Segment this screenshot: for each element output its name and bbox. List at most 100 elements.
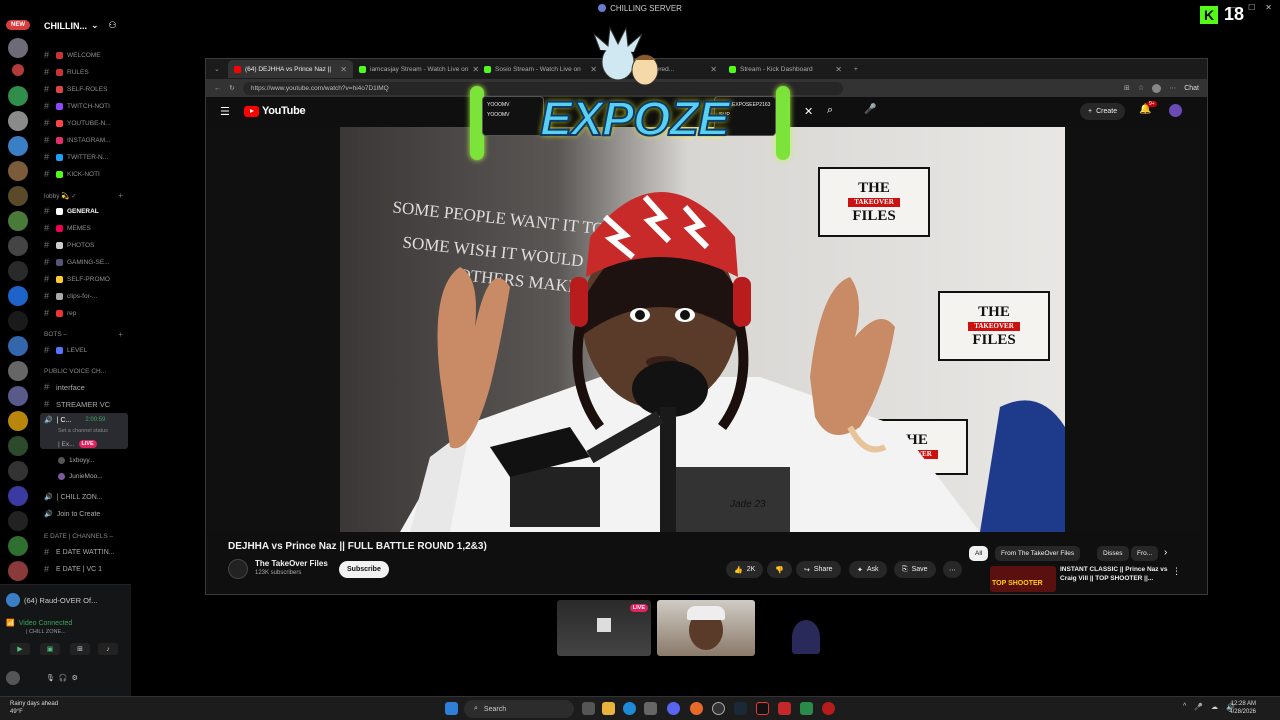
hamburger-menu-icon[interactable]: ☰ [220,105,230,118]
start-button-icon[interactable] [445,702,458,715]
tab-kick-1[interactable]: iamcasjay Stream - Watch Live on ✕ [353,60,478,78]
profile-avatar[interactable] [1152,83,1162,93]
chip-disses[interactable]: Disses [1097,546,1129,561]
network-icon[interactable]: ☁ [1211,703,1218,711]
tab-youtube[interactable]: (64) DEJHHA vs Prince Naz || ✕ [228,60,353,78]
taskbar-clock[interactable]: 12:28 AM 4/28/2026 [1229,701,1256,717]
video-player[interactable]: SOME PEOPLE WANT IT TO HA SOME WISH IT W… [206,127,1199,532]
recommended-title[interactable]: INSTANT CLASSIC || Prince Naz vs Craig V… [1060,566,1170,584]
clear-search-icon[interactable]: ✕ [804,105,813,118]
subscribe-button[interactable]: Subscribe [339,561,389,578]
camera-button[interactable]: ▶ [10,643,30,655]
close-button[interactable]: ✕ [1265,3,1272,12]
channel-rep[interactable]: # rep [44,308,76,318]
voice-channel-streamer-vc[interactable]: # STREAMER VC [44,399,110,409]
tab-list-button[interactable]: ⌄ [206,60,228,78]
task-view-icon[interactable] [582,702,595,715]
ask-button[interactable]: ✦ Ask [849,561,887,578]
server-icon-15[interactable] [8,386,28,406]
more-actions-button[interactable]: ⋯ [943,561,962,578]
server-icon-13[interactable] [8,336,28,356]
channel-general[interactable]: # GENERAL [44,206,99,216]
microphone-icon[interactable]: 🎤 [1194,703,1203,711]
menu-dots-icon[interactable]: ⋯ [1169,84,1176,92]
chip-from[interactable]: Fro... [1131,546,1159,561]
save-button[interactable]: ⎘ Save [894,561,936,578]
server-icon-7[interactable] [8,186,28,206]
app-icon[interactable] [800,702,813,715]
server-icon-1[interactable] [8,38,28,58]
tiktok-icon[interactable] [756,702,769,715]
edge-browser-icon[interactable] [623,702,636,715]
channel-avatar[interactable] [228,559,248,579]
server-icon-21[interactable] [8,536,28,556]
close-tab-icon[interactable]: ✕ [835,65,842,74]
server-icon-6[interactable] [8,161,28,181]
taskbar-search[interactable]: ⌕ Search [464,700,574,718]
youtube-logo[interactable]: YouTube [244,105,306,117]
server-icon-5[interactable] [8,136,28,156]
channel-memes[interactable]: # MEMES [44,223,91,233]
avatar[interactable] [6,671,20,685]
recorder-icon[interactable] [822,702,835,715]
channel-twitch-noti[interactable]: # TWITCH-NOTI [44,101,110,111]
like-button[interactable]: 👍 2K [726,561,764,578]
maximize-button[interactable]: ☐ [1248,3,1255,12]
chip-from-channel[interactable]: From The TakeOver Files [995,546,1081,561]
channel-rules[interactable]: # RULES [44,67,89,77]
participant-thumbnail[interactable] [784,600,828,656]
channel-name[interactable]: The TakeOver Files [255,559,328,568]
add-member-icon[interactable]: ⚇ [109,20,117,31]
chip-all[interactable]: All [969,546,989,561]
server-icon-17[interactable] [8,436,28,456]
channel-self-promo[interactable]: # SELF-PROMO [44,274,110,284]
new-tab-button[interactable]: + [848,60,868,78]
server-icon-19[interactable] [8,486,28,506]
channel-level[interactable]: # LEVEL [44,345,87,355]
channel-photos[interactable]: # PHOTOS [44,240,94,250]
channel-welcome[interactable]: # WELCOME [44,50,101,60]
new-badge[interactable]: NEW [6,20,30,30]
bookmark-star-icon[interactable]: ☆ [1138,84,1144,92]
search-icon[interactable]: ⌕ [827,104,833,117]
store-icon[interactable] [644,702,657,715]
add-channel-icon[interactable]: + [118,191,123,200]
category-lobby[interactable]: lobby 💫 ✓ [44,192,77,200]
recommended-menu-icon[interactable]: ⋮ [1172,566,1181,577]
obs-icon[interactable] [712,702,725,715]
dislike-button[interactable]: 👎 [767,561,792,578]
server-icon-22[interactable] [8,561,28,581]
server-icon-9[interactable] [8,236,28,256]
recommended-thumbnail[interactable]: TOP SHOOTER [990,566,1056,592]
system-tray[interactable]: ^ 🎤 ☁ 🔊 [1183,703,1235,711]
activity-button[interactable]: ⊞ [70,643,90,655]
server-icon-4[interactable] [8,111,28,131]
channel-edate-vc1[interactable]: # E DATE | VC 1 [44,564,102,574]
close-tab-icon[interactable]: ✕ [340,65,347,74]
screen-share-button[interactable]: ▣ [40,643,60,655]
voice-search-icon[interactable]: 🎤 [864,104,876,115]
server-icon-18[interactable] [8,461,28,481]
share-button[interactable]: ↪ Share [796,561,841,578]
extensions-icon[interactable]: ⊞ [1124,84,1130,92]
account-avatar[interactable] [1169,104,1182,117]
reload-icon[interactable]: ↻ [229,84,235,92]
create-button[interactable]: + Create [1080,103,1126,120]
channel-edate-wattin[interactable]: # E DATE WATTIN... [44,547,115,557]
discord-icon[interactable] [667,702,680,715]
chat-button[interactable]: Chat [1184,85,1199,92]
server-icon-10[interactable] [8,261,28,281]
browser-app-icon[interactable] [690,702,703,715]
voice-channel-join-to-create[interactable]: 🔊 Join to Create [44,510,100,519]
gear-icon[interactable]: ⚙ [72,674,78,682]
server-header[interactable]: CHILLIN... ⌄ ⚇ [44,20,117,31]
channel-clips[interactable]: # clips-for-... [44,291,97,301]
server-icon-12[interactable] [8,311,28,331]
channel-self-roles[interactable]: # SELF-ROLES [44,84,107,94]
server-icon-8[interactable] [8,211,28,231]
category-edate[interactable]: E DATE | CHANNELS – [44,533,113,540]
channel-twitter[interactable]: # TWITTER-N... [44,152,108,162]
vc-user-3[interactable]: JunieMoo... [58,473,103,480]
headphones-icon[interactable]: 🎧 [59,674,68,682]
soundboard-button[interactable]: ♪ [98,643,118,655]
